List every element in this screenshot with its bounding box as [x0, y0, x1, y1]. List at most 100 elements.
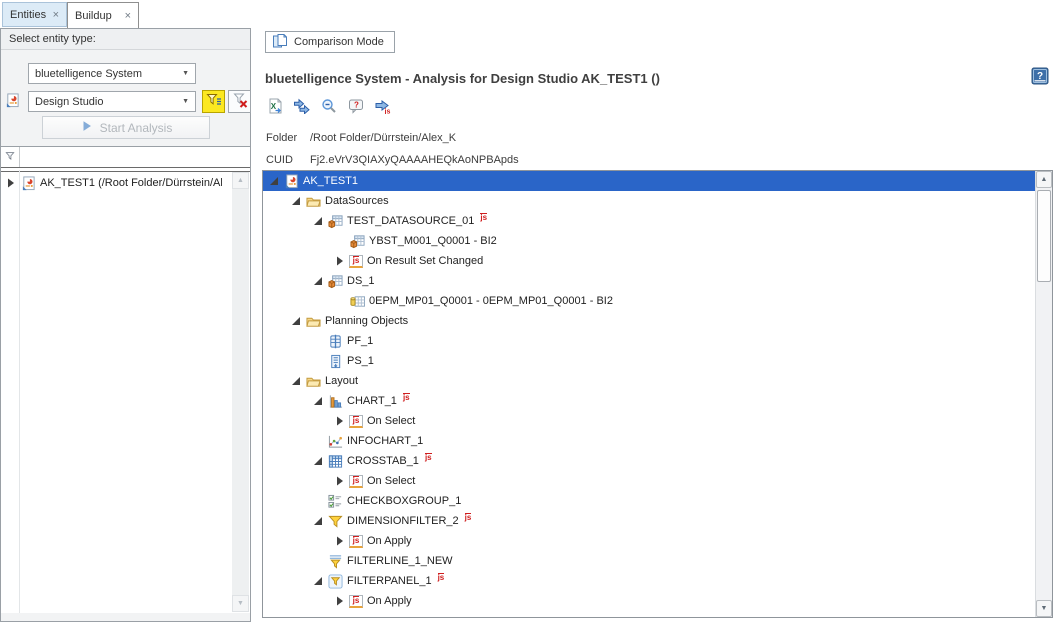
start-analysis-button[interactable]: Start Analysis: [42, 116, 210, 139]
entity-selector-panel: Select entity type: bluetelligence Syste…: [0, 28, 251, 622]
dimensionfilter-icon: [327, 514, 343, 529]
script-badge-icon: js: [349, 255, 363, 268]
collapse-expander-icon[interactable]: [312, 516, 323, 526]
tree-item-pf-1[interactable]: PF_1: [263, 331, 1035, 351]
tree-item-label: On Apply: [367, 595, 412, 607]
page-title: bluetelligence System - Analysis for Des…: [265, 71, 660, 86]
tab-entities[interactable]: Entities ×: [2, 2, 67, 27]
script-badge-icon: js: [349, 475, 363, 488]
planning-function-icon: [327, 334, 343, 349]
folder-icon: [305, 314, 321, 329]
filterline-icon: [327, 554, 343, 569]
folder-value: /Root Folder/Dürrstein/Alex_K: [310, 132, 456, 144]
expand-expander-icon[interactable]: [334, 416, 345, 426]
tree-item-label: CHECKBOXGROUP_1: [347, 495, 461, 507]
comparison-mode-button[interactable]: Comparison Mode: [265, 31, 395, 53]
funnel-icon: [4, 150, 16, 165]
scroll-up-button[interactable]: ▲: [232, 172, 249, 189]
collapse-expander-icon[interactable]: [312, 216, 323, 226]
filterpanel-icon: [327, 574, 343, 589]
tree-item-chart-1[interactable]: CHART_1js: [263, 391, 1035, 411]
expand-all-icon[interactable]: [292, 97, 312, 115]
svg-text:X: X: [271, 102, 277, 111]
expand-expander-icon[interactable]: [334, 536, 345, 546]
tree-item-on-result-set-changed[interactable]: jsOn Result Set Changed: [263, 251, 1035, 271]
entity-grid: AK_TEST1 (/Root Folder/Dürrstein/Alex_K)…: [1, 146, 250, 613]
tree-item-label: DataSources: [325, 195, 389, 207]
entity-type-dropdown[interactable]: Design Studio ▼: [28, 91, 196, 112]
zoom-out-icon[interactable]: [319, 97, 339, 115]
script-superscript-icon: js: [480, 213, 487, 222]
main-column-header[interactable]: [20, 147, 250, 167]
expand-expander-icon[interactable]: [334, 596, 345, 606]
filter-set-button[interactable]: [202, 90, 225, 113]
filter-set-icon: [206, 92, 222, 111]
filter-clear-button[interactable]: [228, 90, 251, 113]
tree-item-ds-1[interactable]: DS_1: [263, 271, 1035, 291]
tree-item-ybst-m001-q0001-bi2[interactable]: YBST_M001_Q0001 - BI2: [263, 231, 1035, 251]
tree-item-checkboxgroup-1[interactable]: CHECKBOXGROUP_1: [263, 491, 1035, 511]
tree-item-datasources[interactable]: DataSources: [263, 191, 1035, 211]
collapse-expander-icon[interactable]: [312, 396, 323, 406]
system-dropdown[interactable]: bluetelligence System ▼: [28, 63, 196, 84]
script-badge-icon: js: [349, 415, 363, 428]
panel-header: Select entity type:: [1, 29, 250, 50]
entity-row[interactable]: AK_TEST1 (/Root Folder/Dürrstein/Alex_K): [1, 172, 250, 194]
entity-type-dropdown-value: Design Studio: [35, 96, 104, 108]
tree-item-filterline-1-new[interactable]: FILTERLINE_1_NEW: [263, 551, 1035, 571]
close-icon[interactable]: ×: [125, 10, 131, 22]
app-icon: [283, 174, 299, 189]
folder-icon: [305, 194, 321, 209]
hint-icon[interactable]: ?: [346, 97, 366, 115]
scrollbar-thumb[interactable]: [1037, 190, 1051, 282]
tree-item-on-select[interactable]: jsOn Select: [263, 471, 1035, 491]
tree-item-0epm-mp01-q0001-0epm-mp01-q0001-bi2[interactable]: 0EPM_MP01_Q0001 - 0EPM_MP01_Q0001 - BI2: [263, 291, 1035, 311]
tree-item-infochart-1[interactable]: INFOCHART_1: [263, 431, 1035, 451]
tree-item-on-apply[interactable]: jsOn Apply: [263, 531, 1035, 551]
tree-item-ak-test1[interactable]: AK_TEST1: [263, 171, 1035, 191]
tree-item-on-apply[interactable]: js On Apply: [263, 591, 1035, 611]
tree-item-on-select[interactable]: jsOn Select: [263, 411, 1035, 431]
expand-expander-icon[interactable]: [334, 256, 345, 266]
tree-item-label: Planning Objects: [325, 315, 408, 327]
scroll-down-button[interactable]: ▼: [1036, 600, 1052, 617]
folder-label: Folder: [266, 132, 310, 144]
datasource-icon: [349, 234, 365, 249]
grid-column-line: [19, 170, 20, 613]
grid-header: [1, 147, 250, 167]
tree-item-planning-objects[interactable]: Planning Objects: [263, 311, 1035, 331]
tree-item-ps-1[interactable]: PS_1: [263, 351, 1035, 371]
goto-script-icon[interactable]: js: [373, 97, 393, 115]
collapse-expander-icon[interactable]: [290, 376, 301, 386]
tree-item-layout[interactable]: Layout: [263, 371, 1035, 391]
tree-item-dimensionfilter-2[interactable]: DIMENSIONFILTER_2js: [263, 511, 1035, 531]
checkboxgroup-icon: [327, 494, 343, 509]
tree-item-label: TEST_DATASOURCE_01: [347, 215, 474, 227]
tree-item-label: AK_TEST1: [303, 175, 358, 187]
application-window: Entities × Buildup × Select entity type:…: [0, 0, 1064, 622]
scroll-up-button[interactable]: ▲: [1036, 171, 1052, 188]
expand-expander-icon[interactable]: [5, 178, 16, 188]
tab-buildup[interactable]: Buildup ×: [67, 2, 139, 28]
scroll-down-button[interactable]: ▼: [232, 595, 249, 612]
script-badge-icon: js: [349, 595, 363, 608]
tree-item-filterpanel-1[interactable]: FILTERPANEL_1js: [263, 571, 1035, 591]
filter-column-header[interactable]: [1, 147, 20, 167]
collapse-expander-icon[interactable]: [290, 316, 301, 326]
script-superscript-icon: js: [438, 573, 445, 582]
vertical-scrollbar[interactable]: ▲ ▼: [1035, 171, 1052, 617]
close-icon[interactable]: ×: [53, 9, 59, 21]
collapse-expander-icon[interactable]: [312, 576, 323, 586]
tree-item-crosstab-1[interactable]: CROSSTAB_1js: [263, 451, 1035, 471]
expand-expander-icon[interactable]: [334, 476, 345, 486]
help-icon[interactable]: ?: [1031, 67, 1049, 85]
tree-item-test-datasource-01[interactable]: TEST_DATASOURCE_01 js: [263, 211, 1035, 231]
collapse-expander-icon[interactable]: [290, 196, 301, 206]
query-icon: [349, 294, 365, 309]
export-excel-icon[interactable]: X: [265, 97, 285, 115]
collapse-expander-icon[interactable]: [312, 456, 323, 466]
cuid-label: CUID: [266, 154, 310, 166]
collapse-expander-icon[interactable]: [268, 176, 279, 186]
grid-vertical-scrollbar[interactable]: ▲ ▼: [232, 172, 249, 612]
collapse-expander-icon[interactable]: [312, 276, 323, 286]
